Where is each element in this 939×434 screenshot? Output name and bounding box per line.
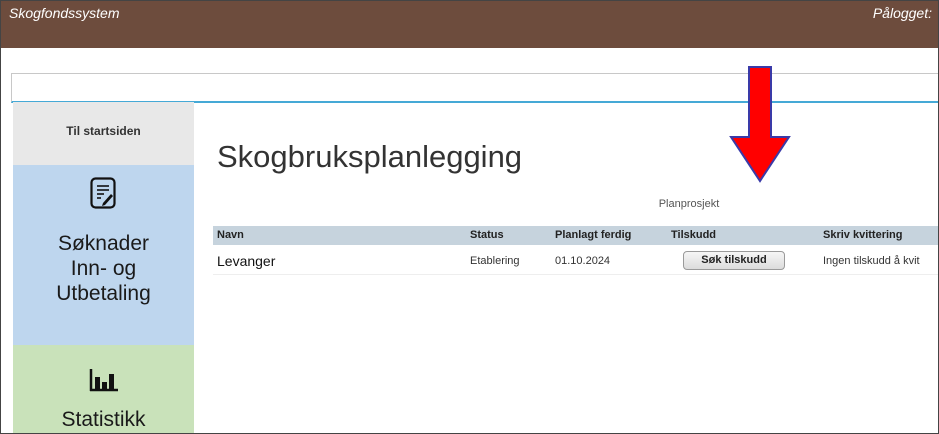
app-window: Skogfondssystem Pålogget: Til startsiden…	[0, 0, 939, 434]
page-title: Skogbruksplanlegging	[217, 139, 523, 174]
sidebar: Til startsiden Søknader Inn- og Utbetali…	[13, 102, 194, 433]
cell-planlagt-ferdig: 01.10.2024	[555, 255, 611, 267]
logged-in-label: Pålogget:	[872, 5, 932, 21]
menu-bar	[11, 73, 938, 103]
column-header-tilskudd: Tilskudd	[671, 229, 717, 241]
group-header-planprosjekt: Planprosjekt	[658, 198, 720, 210]
apply-subsidy-button[interactable]: Søk tilskudd	[683, 251, 785, 270]
sidebar-item-soknader-label: Søknader Inn- og Utbetaling	[56, 232, 151, 305]
sidebar-item-soknader[interactable]: Søknader Inn- og Utbetaling	[13, 165, 194, 345]
red-arrow-down-icon	[729, 66, 791, 183]
home-link[interactable]: Til startsiden	[13, 102, 194, 165]
sidebar-item-statistikk-label: Statistikk	[61, 408, 146, 431]
column-header-navn: Navn	[217, 229, 244, 241]
sidebar-item-statistikk[interactable]: Statistikk	[13, 345, 194, 433]
column-header-status: Status	[470, 229, 504, 241]
table-row: Levanger Etablering 01.10.2024 Søk tilsk…	[213, 248, 938, 275]
app-title: Skogfondssystem	[9, 5, 120, 21]
column-header-skriv-kvittering: Skriv kvittering	[823, 229, 903, 241]
cell-navn: Levanger	[217, 253, 276, 269]
top-bar: Skogfondssystem Pålogget:	[1, 1, 938, 48]
document-edit-icon	[90, 177, 116, 209]
table-header: Navn Status Planlagt ferdig Tilskudd Skr…	[213, 226, 938, 245]
cell-status: Etablering	[470, 255, 520, 267]
cell-skriv-kvittering: Ingen tilskudd å kvit	[823, 255, 920, 267]
column-header-planlagt-ferdig: Planlagt ferdig	[555, 229, 632, 241]
bar-chart-icon	[89, 369, 118, 392]
